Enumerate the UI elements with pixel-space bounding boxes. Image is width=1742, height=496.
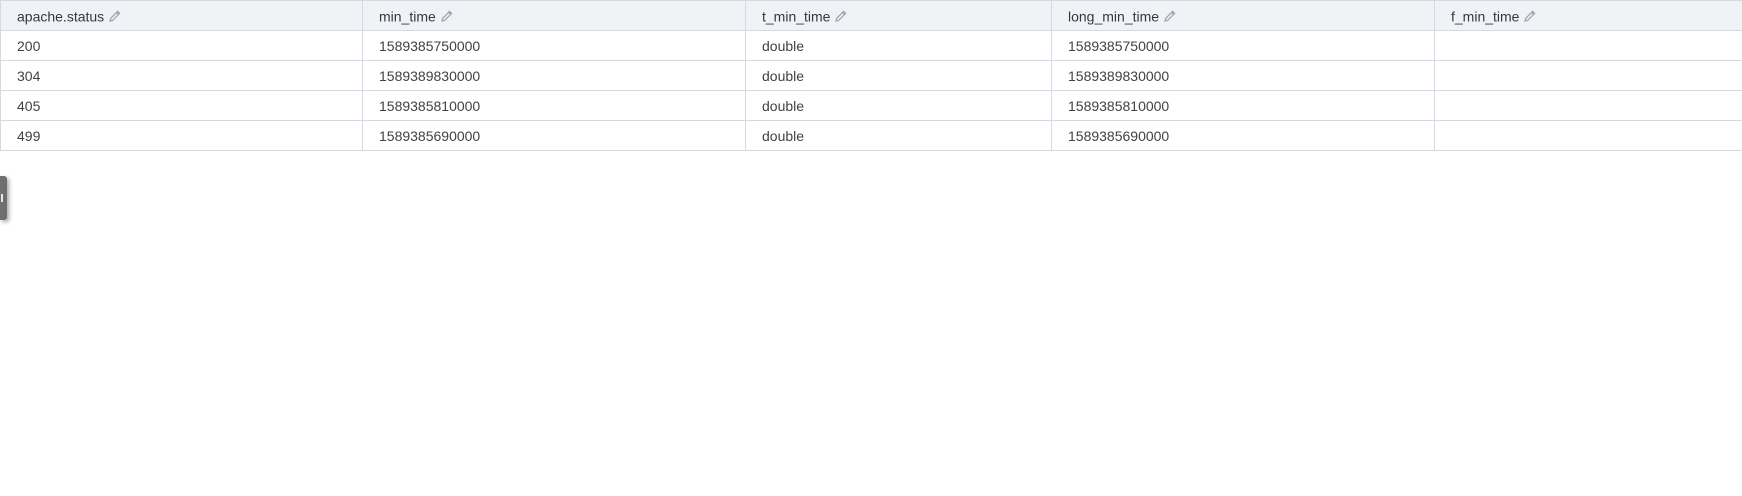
table-cell: double <box>745 30 1052 61</box>
table-cell: 1589385810000 <box>1051 90 1435 121</box>
table-row: 405 1589385810000 double 1589385810000 <box>0 90 1742 121</box>
drag-grip-icon <box>1 194 3 202</box>
column-header-f-min-time: f_min_time <box>1434 0 1742 31</box>
column-header-label: t_min_time <box>762 8 831 25</box>
table-row: 304 1589389830000 double 1589389830000 <box>0 60 1742 91</box>
table-cell <box>1434 90 1742 121</box>
table-cell: 1589385750000 <box>1051 30 1435 61</box>
table-cell: 1589389830000 <box>1051 60 1435 91</box>
table-cell: 1589385690000 <box>362 120 746 151</box>
pencil-icon[interactable] <box>834 9 848 23</box>
column-header-label: min_time <box>379 8 436 25</box>
table-cell: double <box>745 120 1052 151</box>
table-header-row: apache.status min_time t_min_time long_m… <box>0 0 1742 31</box>
column-header-t-min-time: t_min_time <box>745 0 1052 31</box>
column-header-long-min-time: long_min_time <box>1051 0 1435 31</box>
column-header-min-time: min_time <box>362 0 746 31</box>
table-cell: double <box>745 60 1052 91</box>
table-cell: 499 <box>0 120 363 151</box>
table-cell: double <box>745 90 1052 121</box>
table-cell: 1589385750000 <box>362 30 746 61</box>
pencil-icon[interactable] <box>440 9 454 23</box>
table-cell: 1589389830000 <box>362 60 746 91</box>
sidebar-toggle-handle[interactable] <box>0 176 7 220</box>
table-cell: 304 <box>0 60 363 91</box>
table-cell: 1589385810000 <box>362 90 746 121</box>
table-row: 200 1589385750000 double 1589385750000 <box>0 30 1742 61</box>
column-header-label: long_min_time <box>1068 8 1160 25</box>
pencil-icon[interactable] <box>108 9 122 23</box>
table-row: 499 1589385690000 double 1589385690000 <box>0 120 1742 151</box>
column-header-label: f_min_time <box>1451 8 1520 25</box>
column-header-apache-status: apache.status <box>0 0 363 31</box>
table-cell <box>1434 120 1742 151</box>
column-header-label: apache.status <box>17 8 105 25</box>
pencil-icon[interactable] <box>1523 9 1537 23</box>
table-cell <box>1434 30 1742 61</box>
table-cell <box>1434 60 1742 91</box>
table-cell: 1589385690000 <box>1051 120 1435 151</box>
pencil-icon[interactable] <box>1163 9 1177 23</box>
results-table: apache.status min_time t_min_time long_m… <box>0 0 1742 151</box>
table-cell: 405 <box>0 90 363 121</box>
table-cell: 200 <box>0 30 363 61</box>
